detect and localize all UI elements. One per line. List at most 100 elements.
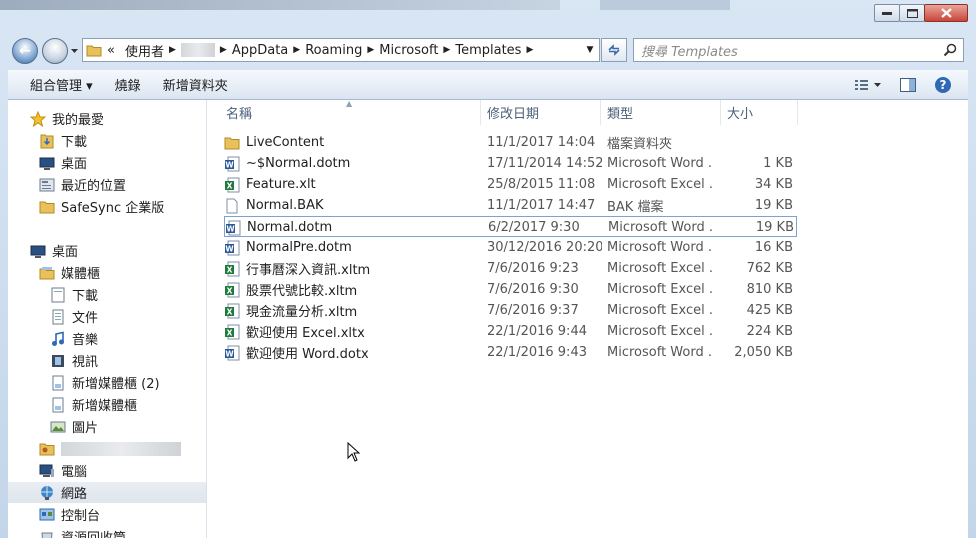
address-segment-users[interactable]: 使用者 <box>125 41 164 60</box>
nav-lib-music[interactable]: 音樂 <box>50 328 98 349</box>
file-date-cell: 7/6/2016 9:30 <box>487 282 579 297</box>
nav-user-profile[interactable] <box>39 438 181 459</box>
recycle-bin-icon <box>39 529 55 538</box>
nav-lib-downloads[interactable]: 下載 <box>50 284 98 305</box>
new-folder-button[interactable]: 新增資料夾 <box>152 75 239 94</box>
search-icon[interactable] <box>943 43 957 57</box>
forward-button[interactable]: → <box>42 38 68 64</box>
file-date-cell: 17/11/2014 14:52 <box>487 156 602 171</box>
nav-control-panel[interactable]: 控制台 <box>39 504 100 525</box>
nav-libraries[interactable]: 媒體櫃 <box>39 262 100 283</box>
nav-favorites[interactable]: 我的最愛 <box>30 108 104 129</box>
address-separator-icon[interactable]: ▶ <box>443 45 450 55</box>
file-row[interactable]: W 歡迎使用 Word.dotx 22/1/2016 9:43 Microsoft W… <box>224 342 797 363</box>
svg-text:X: X <box>227 307 233 316</box>
address-history-dropdown-icon[interactable]: ▼ <box>581 39 599 61</box>
file-size-cell: 19 KB <box>755 220 794 235</box>
command-bar: 組合管理 ▾ 燒錄 新增資料夾 ? <box>8 70 968 100</box>
column-header-modified[interactable]: 修改日期 <box>481 100 601 125</box>
nav-downloads[interactable]: 下載 <box>39 130 87 151</box>
nav-safesync[interactable]: SafeSync 企業版 <box>39 196 164 217</box>
excel-icon: X <box>224 282 246 298</box>
help-button[interactable]: ? <box>934 76 952 94</box>
address-overflow[interactable]: « <box>107 43 115 58</box>
address-segment-roaming[interactable]: Roaming <box>305 43 362 58</box>
recent-pages-dropdown-icon[interactable] <box>70 46 79 55</box>
file-name-label: Normal.dotm <box>247 220 333 235</box>
column-header-type[interactable]: 類型 <box>601 100 721 125</box>
preview-pane-button[interactable] <box>900 78 916 92</box>
address-separator-icon[interactable]: ▶ <box>293 45 300 55</box>
address-segment-microsoft[interactable]: Microsoft <box>379 43 438 58</box>
file-name-cell: X 現金流量分析.xltm <box>224 300 482 321</box>
excel-icon: X <box>224 324 246 340</box>
search-input[interactable]: 搜尋 Templates <box>633 38 964 62</box>
address-segment-user[interactable]: AppData <box>180 43 215 58</box>
column-header-type-label: 類型 <box>607 107 634 122</box>
file-name-label: NormalPre.dotm <box>246 240 352 255</box>
nav-lib-documents[interactable]: 文件 <box>50 306 98 327</box>
nav-desktop[interactable]: 桌面 <box>39 152 87 173</box>
excel-icon: X <box>224 177 246 193</box>
file-name-label: 歡迎使用 Word.dotx <box>246 347 369 362</box>
address-separator-icon[interactable]: ▶ <box>367 45 374 55</box>
help-icon: ? <box>935 77 951 93</box>
back-button[interactable]: ← <box>12 38 38 64</box>
nav-lib-pictures[interactable]: 圖片 <box>50 416 98 437</box>
file-type-cell: Microsoft Word ... <box>607 345 713 360</box>
organize-button[interactable]: 組合管理 ▾ <box>8 75 104 94</box>
file-row[interactable]: Normal.BAK 11/1/2017 14:47 BAK 檔案 19 KB <box>224 195 797 216</box>
file-row[interactable]: W ~$Normal.dotm 17/11/2014 14:52 Microsoft … <box>224 153 797 174</box>
file-name-label: 歡迎使用 Excel.xltx <box>246 326 365 341</box>
file-size-cell: 810 KB <box>746 282 793 297</box>
column-header-size[interactable]: 大小 <box>721 100 798 125</box>
file-name-label: ~$Normal.dotm <box>246 156 351 171</box>
maximize-button[interactable] <box>899 4 925 22</box>
burn-button[interactable]: 燒錄 <box>104 75 152 94</box>
file-row[interactable]: W NormalPre.dotm 30/12/2016 20:20 Microsoft… <box>224 237 797 258</box>
close-button[interactable] <box>924 4 968 22</box>
preview-pane-icon <box>900 78 916 92</box>
file-row[interactable]: X 股票代號比較.xltm 7/6/2016 9:30 Microsoft Excel… <box>224 279 797 300</box>
file-row[interactable]: X Feature.xlt 25/8/2015 11:08 Microsoft Exc… <box>224 174 797 195</box>
computer-icon <box>39 463 55 479</box>
address-segment-templates[interactable]: Templates <box>455 43 521 58</box>
nav-computer[interactable]: 電腦 <box>39 460 87 481</box>
file-name-label: Feature.xlt <box>246 177 316 192</box>
file-name-cell: X 歡迎使用 Excel.xltx <box>224 321 482 342</box>
nav-lib-new-2[interactable]: 新增媒體櫃 (2) <box>50 372 160 393</box>
nav-recycle-bin[interactable]: 資源回收筒 <box>39 526 126 538</box>
file-name-label: 現金流量分析.xltm <box>246 305 358 320</box>
column-header-name[interactable]: 名稱 ▲ <box>208 99 481 125</box>
file-name-cell: W Normal.dotm <box>225 217 483 238</box>
minimize-button[interactable] <box>874 4 900 22</box>
blank-file-icon <box>224 198 246 214</box>
nav-label: 控制台 <box>61 509 101 524</box>
address-segment-appdata[interactable]: AppData <box>232 43 288 58</box>
address-separator-icon[interactable]: ▶ <box>526 45 533 55</box>
file-row[interactable]: X 現金流量分析.xltm 7/6/2016 9:37 Microsoft Excel… <box>224 300 797 321</box>
refresh-button[interactable] <box>601 38 627 62</box>
file-row[interactable]: X 歡迎使用 Excel.xltx 22/1/2016 9:44 Microsoft … <box>224 321 797 342</box>
view-options-button[interactable] <box>854 78 882 92</box>
file-size-cell: 425 KB <box>746 303 793 318</box>
recent-places-icon <box>39 177 55 193</box>
svg-text:X: X <box>227 286 233 295</box>
film-icon <box>50 353 66 369</box>
nav-lib-videos[interactable]: 視訊 <box>50 350 98 371</box>
nav-recent-places[interactable]: 最近的位置 <box>39 174 126 195</box>
file-row[interactable]: LiveContent 11/1/2017 14:04 檔案資料夾 <box>224 132 797 153</box>
back-arrow-icon: ← <box>19 43 31 59</box>
nav-label: SafeSync 企業版 <box>61 201 165 216</box>
nav-label: 音樂 <box>72 333 99 348</box>
file-row[interactable]: X 行事曆深入資訊.xltm 7/6/2016 9:23 Microsoft Exce… <box>224 258 797 279</box>
address-separator-icon[interactable]: ▶ <box>220 45 227 55</box>
file-row[interactable]: W Normal.dotm 6/2/2017 9:30 Microsoft Word … <box>224 216 797 237</box>
address-separator-icon[interactable]: ▶ <box>169 45 176 55</box>
blurred-user-name <box>61 441 181 456</box>
address-bar[interactable]: « 使用者 ▶ AppData ▶ AppData ▶ Roaming ▶ Mi… <box>82 38 600 62</box>
nav-network[interactable]: 網路 <box>8 482 206 503</box>
nav-desktop-root[interactable]: 桌面 <box>30 240 78 261</box>
file-type-cell: Microsoft Word ... <box>607 240 713 255</box>
nav-lib-new[interactable]: 新增媒體櫃 <box>50 394 137 415</box>
